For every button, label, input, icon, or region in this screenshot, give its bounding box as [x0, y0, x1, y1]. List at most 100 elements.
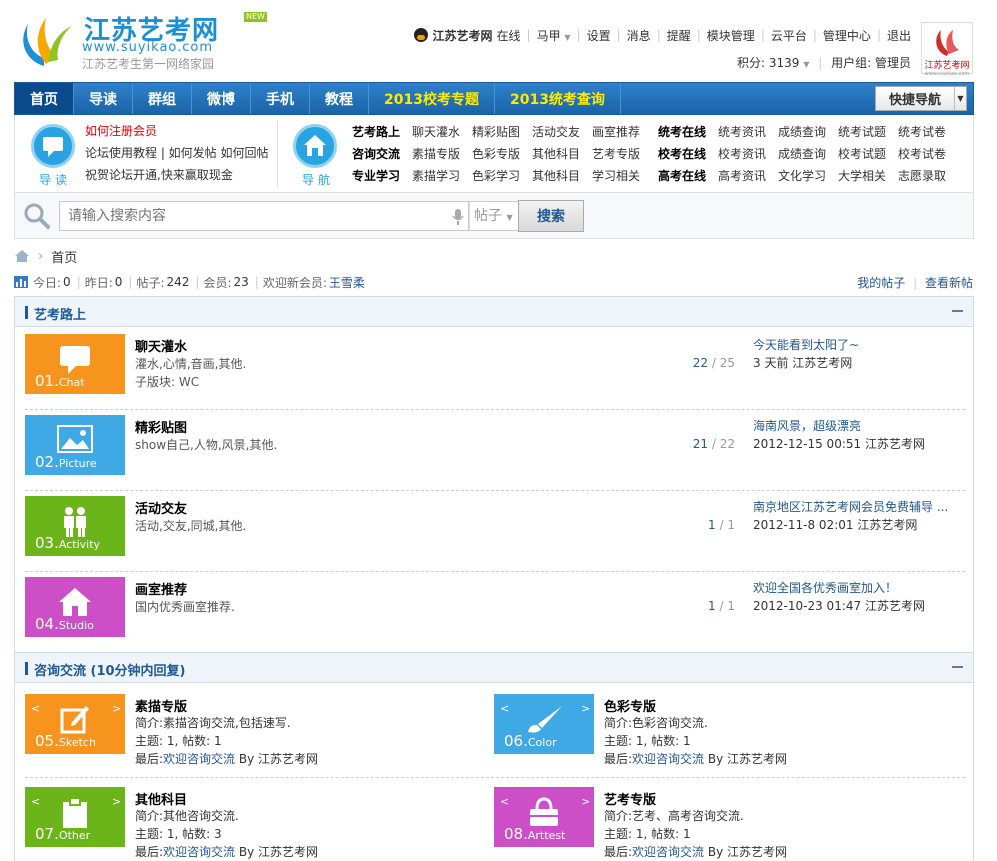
nav-grid-link[interactable]: 统考试卷: [898, 123, 958, 140]
forum-card: 06.Color < > 色彩专版 简介:色彩咨询交流. 主题: 1, 帖数: 1 最后:欢…: [484, 684, 954, 776]
forum-name[interactable]: 活动交友: [135, 498, 187, 517]
credits-link[interactable]: 积分: 3139: [737, 56, 799, 70]
nav-grid-link[interactable]: 高考资讯: [718, 167, 778, 184]
nav-grid-link[interactable]: 艺考专版: [592, 145, 658, 162]
cloud-platform-link[interactable]: 云平台: [771, 27, 807, 44]
chevron-right-icon: ›: [38, 248, 44, 264]
my-posts-link[interactable]: 我的帖子: [857, 276, 905, 290]
nav-grid-link[interactable]: 高考在线: [658, 167, 718, 184]
nav-grid-link[interactable]: 校考资讯: [718, 145, 778, 162]
reminders-link[interactable]: 提醒: [667, 27, 691, 44]
search-button[interactable]: 搜索: [518, 200, 584, 232]
search-type-select[interactable]: 帖子 ▼: [469, 201, 519, 231]
section-header: 咨询交流 (10分钟内回复): [15, 653, 973, 683]
nav-grid-link[interactable]: 统考资讯: [718, 123, 778, 140]
nav-grid-link[interactable]: 艺考路上: [352, 123, 412, 140]
forum-name[interactable]: 艺考专版: [604, 789, 656, 808]
forum-tile[interactable]: 01.Chat: [25, 334, 125, 394]
logout-link[interactable]: 退出: [887, 27, 911, 44]
user-menu[interactable]: 马甲 ▼: [537, 27, 571, 44]
nav-tutorial[interactable]: 教程: [310, 83, 369, 114]
forum-name[interactable]: 精彩贴图: [135, 417, 187, 436]
last-post-link[interactable]: 欢迎全国各优秀画室加入！: [753, 579, 963, 596]
nav-grid-link[interactable]: 统考试题: [838, 123, 898, 140]
site-name-link[interactable]: 江苏艺考网: [432, 27, 492, 44]
last-post-link[interactable]: 今天能看到太阳了~: [753, 336, 963, 353]
forum-tile[interactable]: 03.Activity: [25, 496, 125, 556]
new-member-link[interactable]: 王雪柔: [329, 274, 365, 291]
forum-counts: 1 / 1: [708, 599, 735, 613]
site-logo[interactable]: 江苏艺考网 NEW www.suyikao.com 江苏艺考生第一网络家园: [14, 10, 267, 71]
nav-groups[interactable]: 群组: [133, 83, 192, 114]
module-manage-link[interactable]: 模块管理: [707, 27, 755, 44]
last-post-link[interactable]: 欢迎咨询交流: [632, 752, 704, 766]
nav-grid-link[interactable]: 专业学习: [352, 167, 412, 184]
nav-grid-link[interactable]: 精彩贴图: [472, 123, 532, 140]
admin-center-link[interactable]: 管理中心: [823, 27, 871, 44]
nav-grid-link[interactable]: 素描学习: [412, 167, 472, 184]
user-group: 用户组: 管理员: [831, 56, 911, 70]
forum-name[interactable]: 聊天灌水: [135, 336, 187, 355]
nav-grid-link[interactable]: 画室推荐: [592, 123, 658, 140]
forum-row: 04.Studio 画室推荐 国内优秀画室推荐. 1 / 1 欢迎全国各优秀画室加入！ 2…: [15, 571, 973, 652]
picture-icon: [57, 425, 93, 456]
nav-grid-link[interactable]: 其他科目: [532, 167, 592, 184]
settings-link[interactable]: 设置: [587, 27, 611, 44]
nav-grid-link[interactable]: 文化学习: [778, 167, 838, 184]
nav-grid-link[interactable]: 其他科目: [532, 145, 592, 162]
nav-home[interactable]: 首页: [15, 83, 74, 114]
nav-grid-link[interactable]: 学习相关: [592, 167, 658, 184]
tile-number: 05: [35, 732, 55, 750]
forum-name[interactable]: 素描专版: [135, 696, 187, 715]
section-header: 艺考路上: [15, 297, 973, 327]
nav-grid-link[interactable]: 校考试卷: [898, 145, 958, 162]
forum-tile[interactable]: 02.Picture: [25, 415, 125, 475]
messages-link[interactable]: 消息: [627, 27, 651, 44]
nav-unified-exam-2013[interactable]: 2013统考查询: [495, 83, 621, 114]
collapse-icon[interactable]: [952, 310, 963, 312]
section-title[interactable]: 艺考路上: [34, 304, 86, 323]
register-howto-link[interactable]: 如何注册会员: [85, 120, 269, 142]
forum-name[interactable]: 画室推荐: [135, 579, 187, 598]
last-post-link[interactable]: 欢迎咨询交流: [632, 845, 704, 859]
home-icon[interactable]: [14, 249, 30, 263]
guide-chat-icon[interactable]: [31, 124, 75, 168]
quick-nav-button[interactable]: 快捷导航 ▼: [875, 86, 967, 111]
microphone-icon[interactable]: [452, 209, 464, 225]
last-post-link[interactable]: 南京地区江苏艺考网会员免费辅导 ...: [753, 498, 963, 515]
nav-grid-link[interactable]: 活动交友: [532, 123, 592, 140]
section-title[interactable]: 咨询交流 (10分钟内回复): [34, 660, 186, 679]
cash-promo-link[interactable]: 祝贺论坛开通,快来赢取现金: [85, 164, 269, 186]
last-post-link[interactable]: 欢迎咨询交流: [163, 845, 235, 859]
nav-grid-link[interactable]: 色彩学习: [472, 167, 532, 184]
nav-grid-link[interactable]: 志愿录取: [898, 167, 958, 184]
nav-grid-link[interactable]: 成绩查询: [778, 145, 838, 162]
nav-grid-link[interactable]: 成绩查询: [778, 123, 838, 140]
forum-tutorial-link[interactable]: 论坛使用教程 | 如何发帖 如何回帖: [85, 142, 269, 164]
forum-name[interactable]: 色彩专版: [604, 696, 656, 715]
nav-grid-link[interactable]: 校考试题: [838, 145, 898, 162]
last-post-link[interactable]: 海南风景，超级漂亮: [753, 417, 963, 434]
search-input[interactable]: [59, 201, 469, 231]
forum-tile[interactable]: 04.Studio: [25, 577, 125, 637]
guide-home-icon[interactable]: [293, 124, 337, 168]
collapse-icon[interactable]: [952, 666, 963, 668]
nav-grid-link[interactable]: 咨询交流: [352, 145, 412, 162]
nav-guide[interactable]: 导读: [74, 83, 133, 114]
forum-stats: 今日: 0 | 昨日: 0 | 帖子: 242 | 会员: 23 | 欢迎新会员: 王雪…: [14, 274, 365, 290]
forum-name[interactable]: 其他科目: [135, 789, 187, 808]
new-posts-link[interactable]: 查看新帖: [925, 276, 973, 290]
nav-grid-link[interactable]: 聊天灌水: [412, 123, 472, 140]
nav-grid-link[interactable]: 校考在线: [658, 145, 718, 162]
avatar[interactable]: 江苏艺考网 www.suyikao.com: [921, 22, 973, 77]
forum-description: 灌水,心情,音画,其他.: [135, 357, 247, 371]
nav-weibo[interactable]: 微博: [192, 83, 251, 114]
last-post-link[interactable]: 欢迎咨询交流: [163, 752, 235, 766]
subforum-label[interactable]: 子版块: WC: [135, 373, 199, 390]
nav-grid-link[interactable]: 素描专版: [412, 145, 472, 162]
nav-school-exam-2013[interactable]: 2013校考专题: [369, 83, 495, 114]
nav-grid-link[interactable]: 大学相关: [838, 167, 898, 184]
nav-mobile[interactable]: 手机: [251, 83, 310, 114]
nav-grid-link[interactable]: 统考在线: [658, 123, 718, 140]
nav-grid-link[interactable]: 色彩专版: [472, 145, 532, 162]
